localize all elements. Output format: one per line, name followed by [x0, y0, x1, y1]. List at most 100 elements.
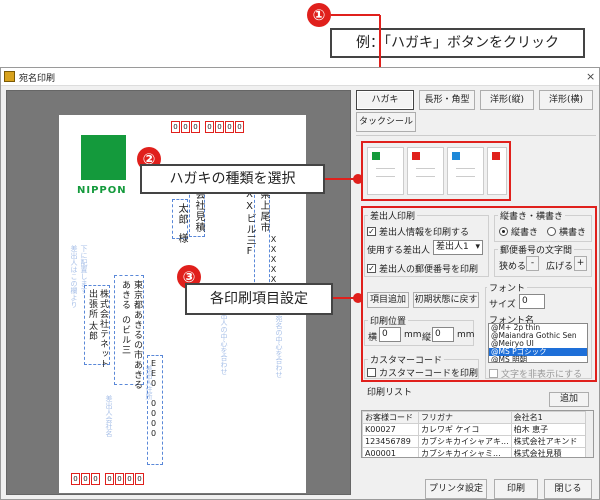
zip-digit: 0 — [191, 121, 200, 133]
card-line — [416, 168, 435, 169]
recipient-company: 会社見積 — [193, 189, 204, 233]
add-item-button[interactable]: 項目追加 — [367, 292, 409, 308]
x-label: 横 — [368, 333, 378, 343]
sender-name: 太郎 — [87, 321, 97, 341]
divider — [356, 135, 596, 136]
table-cell: 株式会社アキンド — [510, 435, 588, 448]
y-label: 縦 — [422, 333, 432, 343]
tate-label: 縦書き — [511, 228, 539, 238]
table-row[interactable]: A00001 カブシキカイシャミ... 株式会社見積 — [362, 447, 588, 457]
table-cell: カブシキカイシャミ... — [418, 447, 512, 457]
table-cell: カレワギ ケイコ — [418, 423, 512, 436]
card-line — [456, 176, 475, 177]
nippon-logo-mark — [81, 135, 126, 180]
sender-address-3: のビル三 — [120, 315, 130, 355]
font-size-label: サイズ — [489, 300, 516, 310]
sender-zip-checkbox[interactable]: ✓ 差出人の郵便番号を印刷 — [367, 262, 478, 275]
orientation-group-label: 縦書き・横書き — [498, 209, 566, 222]
wide-button[interactable]: + — [574, 256, 587, 271]
zip-digit: 0 — [181, 121, 190, 133]
close-button[interactable]: 閉じる — [544, 479, 592, 499]
yoke-yoko-button[interactable]: 洋形(横) — [539, 90, 593, 110]
zip-digit: 0 — [225, 121, 234, 133]
zip-digit: 0 — [135, 473, 144, 485]
recipient-honorific: 様 — [176, 233, 187, 244]
use-sender-value: 差出人1 — [436, 242, 469, 252]
guide-text: 差出人の中心を合わせ — [220, 305, 228, 375]
card-type-3[interactable] — [447, 147, 484, 195]
yoko-radio[interactable]: 横書き — [547, 225, 586, 238]
tack-seal-button[interactable]: タックシール — [356, 112, 416, 132]
nippon-logo-text: NIPPON — [77, 185, 127, 196]
col-header[interactable]: フリガナ — [418, 411, 512, 424]
card-line — [376, 168, 395, 169]
title-bar: 宛名印刷 × — [1, 68, 599, 86]
y-input[interactable]: 0 — [432, 327, 454, 342]
table-cell: A00001 — [362, 447, 419, 457]
use-sender-label: 使用する差出人 — [367, 246, 431, 256]
sender-print-checkbox[interactable]: ✓ 差出人情報を印刷する — [367, 225, 469, 238]
table-row[interactable]: K00027 カレワギ ケイコ 柏木 恵子 — [362, 423, 588, 436]
sender-zip: EE0 0000 — [149, 359, 158, 439]
zip-digit: 0 — [171, 121, 180, 133]
table-cell: 株式会社見積 — [510, 447, 588, 457]
table-cell: 柏木 恵子 — [510, 423, 588, 436]
print-button[interactable]: 印刷 — [494, 479, 538, 499]
narrow-button[interactable]: - — [526, 256, 539, 271]
print-list-table: お客様コード フリガナ 会社名1 K00027 カレワギ ケイコ 柏木 恵子 1234… — [361, 410, 594, 458]
col-header[interactable]: 会社名1 — [510, 411, 588, 424]
tate-radio[interactable]: 縦書き — [499, 225, 538, 238]
window-title: 宛名印刷 — [19, 74, 56, 84]
barcode-group-label: カスタマーコード — [368, 353, 445, 366]
printer-settings-button[interactable]: プリンタ設定 — [425, 479, 487, 499]
table-cell: K00027 — [362, 423, 419, 436]
font-list[interactable]: @M+ 2p thin @Maiandra Gothic Sen @Meiryo U… — [488, 323, 588, 363]
font-option[interactable]: @MS 明朝 — [489, 356, 587, 363]
sender-department: 出張所 — [87, 289, 97, 319]
recipient-name: 太郎 — [176, 203, 187, 225]
radio-icon — [499, 227, 508, 236]
callout-text: 各印刷項目設定 — [185, 283, 333, 315]
col-header[interactable]: お客様コード — [362, 411, 419, 424]
hide-text-checkbox[interactable]: 文字を非表示にする — [489, 367, 582, 380]
table-row[interactable]: 123456789 カブシキカイシャアキ... 株式会社アキンド — [362, 435, 588, 448]
x-input[interactable]: 0 — [379, 327, 401, 342]
check-icon: ✓ — [367, 227, 376, 236]
guide-text: 差出人はこの欄より — [70, 245, 78, 308]
sender-zip-label: 差出人の郵便番号を印刷 — [379, 265, 479, 275]
card-line — [456, 168, 475, 169]
callout-text: ハガキの種類を選択 — [140, 164, 325, 194]
card-type-2[interactable] — [407, 147, 444, 195]
print-list-add-button[interactable]: 追加 — [549, 392, 589, 407]
recipient-address-2: XXビル三F — [244, 189, 255, 258]
use-sender-select[interactable]: 差出人1 ▾ — [433, 240, 483, 255]
radio-icon — [547, 227, 556, 236]
card-type-4[interactable] — [487, 147, 507, 195]
sender-zip-bottom: 0 0 0 0 0 0 0 — [71, 473, 191, 487]
zip-digit: 0 — [215, 121, 224, 133]
font-group-label: フォント — [487, 281, 528, 294]
close-icon[interactable]: × — [586, 70, 595, 83]
sender-address-1: 東京都あきるの市あきる — [132, 280, 142, 390]
x-unit: mm — [404, 330, 422, 340]
hide-text-label: 文字を非表示にする — [501, 370, 583, 380]
app-icon — [4, 71, 15, 82]
check-icon — [367, 368, 376, 377]
zip-digit: 0 — [105, 473, 114, 485]
yoke-tate-button[interactable]: 洋形(縦) — [480, 90, 534, 110]
hagaki-button[interactable]: ハガキ — [356, 90, 414, 110]
scrollbar[interactable] — [585, 411, 593, 457]
card-mark — [412, 152, 420, 160]
recipient-address-1: 県上尾市 — [258, 189, 269, 233]
choukei-button[interactable]: 長形・角型 — [419, 90, 475, 110]
guide-text: 差出人会社名 — [105, 395, 113, 437]
check-icon — [489, 369, 498, 378]
barcode-checkbox[interactable]: カスタマーコードを印刷 — [367, 366, 478, 379]
yoko-label: 横書き — [559, 228, 587, 238]
reset-button[interactable]: 初期状態に戻す — [413, 292, 479, 308]
card-line — [376, 176, 395, 177]
font-size-input[interactable]: 0 — [519, 294, 545, 309]
position-group-label: 印刷位置 — [368, 314, 409, 327]
sender-address-2: あきる — [120, 280, 130, 310]
card-type-1[interactable] — [367, 147, 404, 195]
